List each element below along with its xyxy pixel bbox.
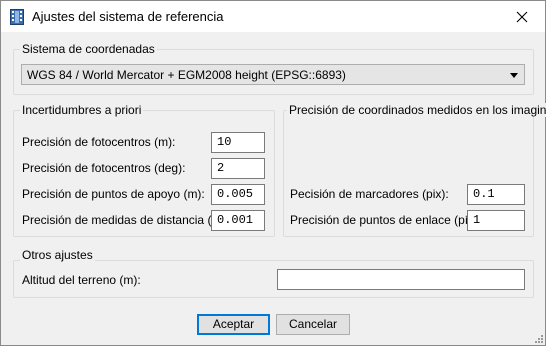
photocenter-m-label: Precisión de fotocentros (m): xyxy=(22,135,176,149)
distance-measure-label: Precisión de medidas de distancia (m): xyxy=(22,213,229,227)
cancel-button[interactable]: Cancelar xyxy=(276,314,350,335)
tie-point-accuracy-label: Precisión de puntos de enlace (píx): xyxy=(290,213,482,227)
chevron-down-icon xyxy=(510,73,518,78)
accept-button[interactable]: Aceptar xyxy=(197,314,270,335)
reference-settings-dialog: Ajustes del sistema de referencia Sistem… xyxy=(0,0,546,346)
app-icon xyxy=(10,9,24,25)
coord-system-selected: WGS 84 / World Mercator + EGM2008 height… xyxy=(27,68,346,82)
dialog-title: Ajustes del sistema de referencia xyxy=(32,9,224,24)
photocenter-deg-field[interactable]: 2 xyxy=(211,158,265,179)
close-button[interactable] xyxy=(499,1,545,32)
apriori-group-label: Incertidumbres a priori xyxy=(20,103,144,117)
marker-accuracy-field[interactable]: 0.1 xyxy=(467,184,525,205)
coord-system-select[interactable]: WGS 84 / World Mercator + EGM2008 height… xyxy=(21,64,525,85)
close-icon xyxy=(516,11,528,22)
coord-system-group-label: Sistema de coordenadas xyxy=(20,42,157,56)
distance-measure-field[interactable]: 0.001 xyxy=(211,210,265,231)
other-settings-group-label: Otros ajustes xyxy=(20,248,95,262)
photocenter-deg-label: Precisión de fotocentros (deg): xyxy=(22,161,186,175)
photocenter-m-field[interactable]: 10 xyxy=(211,132,265,153)
marker-accuracy-label: Pecisión de marcadores (pix): xyxy=(290,187,449,201)
ground-control-field[interactable]: 0.005 xyxy=(211,184,265,205)
ground-control-label: Precisión de puntos de apoyo (m): xyxy=(22,187,205,201)
measured-group-label: Precisión de coordinados medidos en los … xyxy=(287,103,546,117)
resize-grip-icon[interactable] xyxy=(533,333,543,343)
terrain-altitude-label: Altitud del terreno (m): xyxy=(22,273,141,287)
terrain-altitude-field[interactable] xyxy=(277,269,525,290)
title-bar: Ajustes del sistema de referencia xyxy=(1,1,545,32)
tie-point-accuracy-field[interactable]: 1 xyxy=(467,210,525,231)
